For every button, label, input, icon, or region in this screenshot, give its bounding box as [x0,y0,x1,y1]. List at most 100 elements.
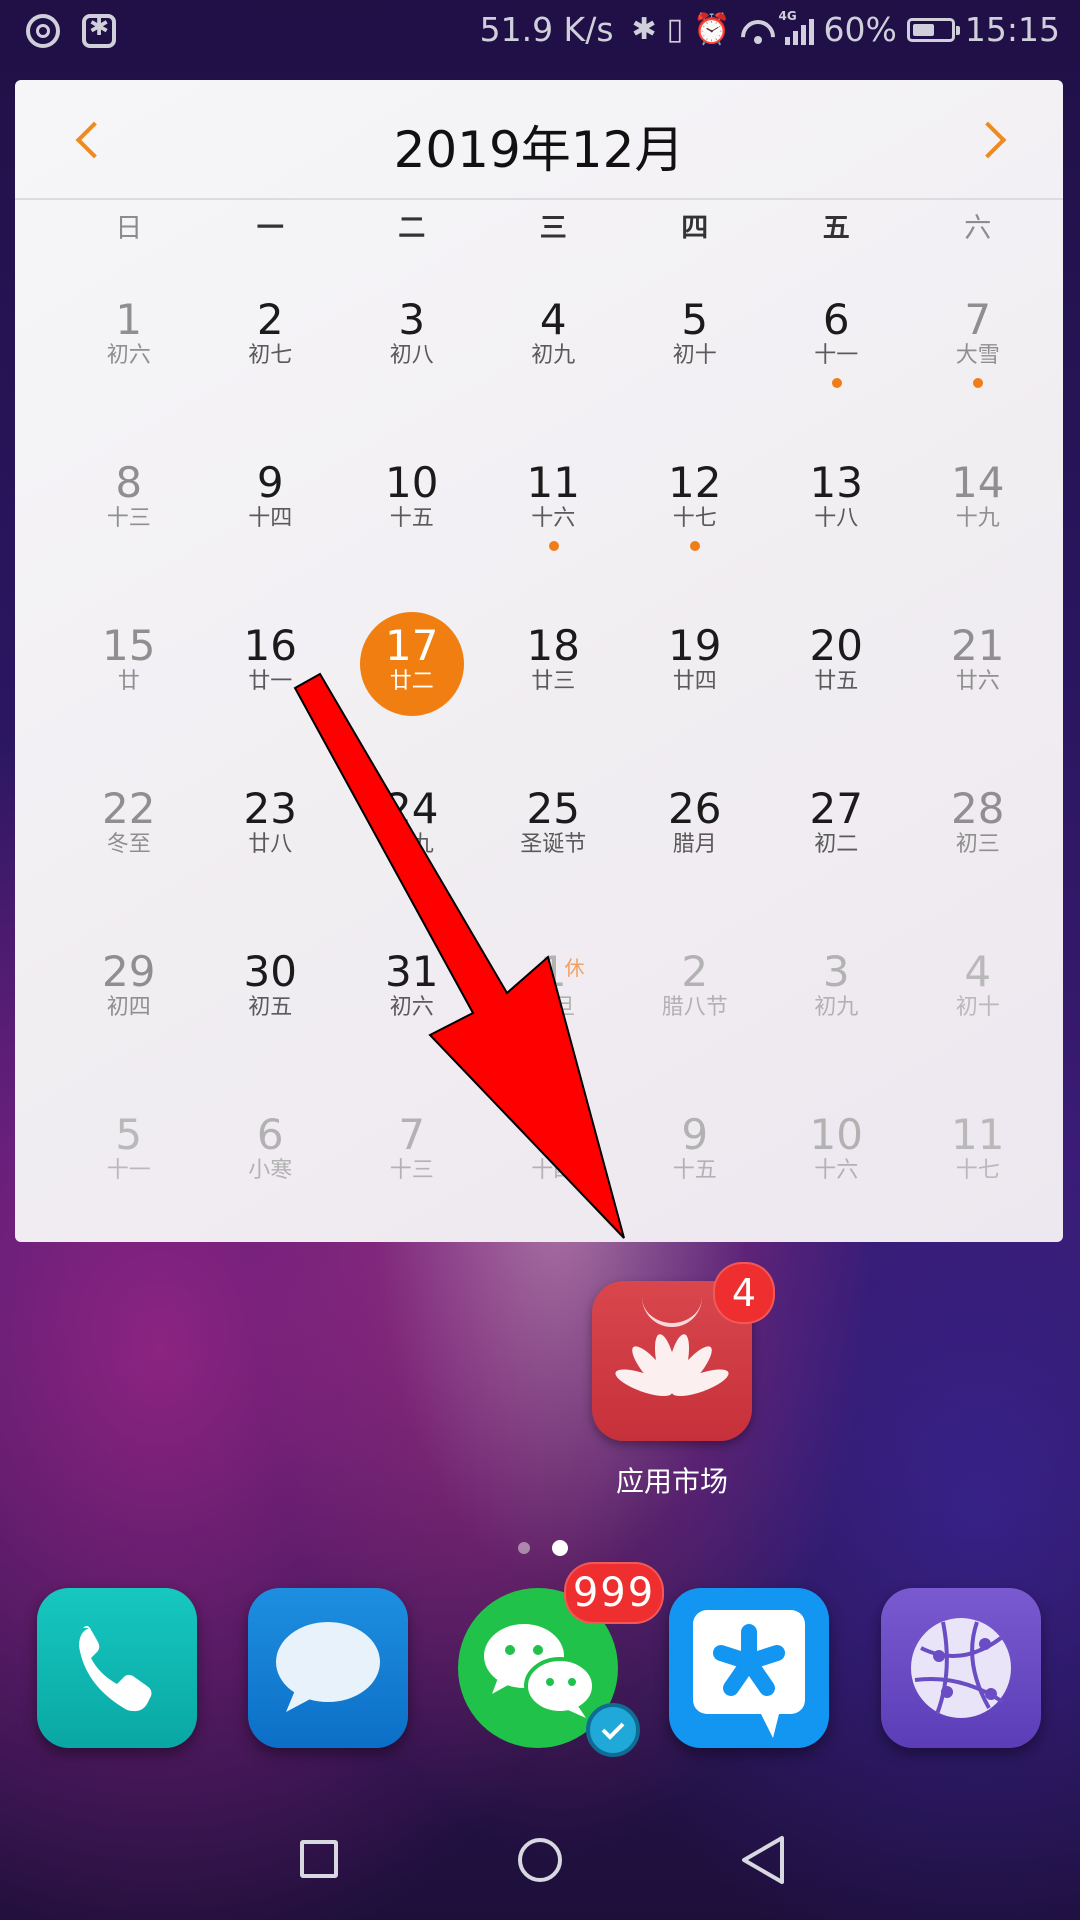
calendar-day[interactable]: 13 十八 [766,421,908,584]
event-dot [831,378,842,388]
day-number: 11 [951,1110,1005,1159]
calendar-day[interactable]: 14 十九 [907,421,1049,584]
calendar-day[interactable]: 29 初四 [58,910,200,1073]
day-number: 19 [668,621,722,670]
lunar-date: 十七 [672,506,717,531]
calendar-day[interactable]: 3 初八 [341,258,483,421]
weekday-row: 日一二三四五六 [15,200,1063,258]
page-indicator[interactable] [518,1540,568,1556]
lunar-date: 十三 [106,506,151,531]
lunar-date: 廿 [117,669,140,694]
dock-browser-app[interactable] [881,1588,1041,1748]
status-left-icons [26,13,116,48]
calendar-day[interactable]: 30 初五 [200,910,342,1073]
calendar-day[interactable]: 27 初二 [766,747,908,910]
calendar-day[interactable]: 11 十七 [907,1073,1049,1236]
day-number: 17 [385,621,439,670]
lunar-date: 小寒 [248,1158,293,1183]
back-button[interactable] [740,1834,788,1886]
page-dot[interactable] [518,1542,530,1554]
calendar-day[interactable]: 3 初九 [766,910,908,1073]
lunar-date: 十七 [955,1158,1000,1183]
calendar-day[interactable]: 1 元旦 休 [483,910,625,1073]
calendar-day[interactable]: 25 圣诞节 [483,747,625,910]
lunar-date: 廿二 [389,669,434,694]
calendar-day[interactable]: 10 十五 [341,421,483,584]
calendar-day[interactable]: 11 十六 [483,421,625,584]
lunar-date: 廿六 [955,669,1000,694]
battery-icon [906,17,960,42]
lunar-date: 廿五 [814,669,859,694]
alarm-icon: ⏰ [693,12,731,47]
day-number: 9 [256,458,284,507]
dock-messages-app[interactable] [248,1588,408,1748]
calendar-day[interactable]: 24 廿九 [341,747,483,910]
weekday-label: 四 [681,213,709,244]
signal-icon: 4G [779,9,814,45]
day-number: 26 [668,784,722,833]
calendar-day[interactable]: 31 初六 [341,910,483,1073]
calendar-day[interactable]: 22 冬至 [58,747,200,910]
day-number: 4 [964,947,992,996]
calendar-day[interactable]: 5 十一 [58,1073,200,1236]
calendar-day[interactable]: 8 十三 [58,421,200,584]
calendar-day[interactable]: 2 腊八节 [624,910,766,1073]
next-month-chevron-icon[interactable] [971,118,1011,162]
phone-icon [79,1626,152,1712]
calendar-day[interactable]: 23 廿八 [200,747,342,910]
calendar-day[interactable]: 7 大雪 [907,258,1049,421]
calendar-widget[interactable]: 2019年12月 日一二三四五六 1 初六 2 初七 3 初八 4 初九 5 初十 6 十一 7 大雪 8 十… [15,80,1063,1242]
calendar-month-title[interactable]: 2019年12月 [15,110,1063,182]
home-button[interactable] [518,1838,562,1882]
page-dot-active[interactable] [552,1540,568,1556]
weekday-label: 五 [822,213,850,244]
netease-music-icon [26,14,60,48]
clock: 15:15 [964,10,1060,49]
dock-tim-app[interactable] [669,1588,829,1748]
lunar-date: 初四 [106,995,151,1020]
calendar-day[interactable]: 20 廿五 [766,584,908,747]
calendar-day[interactable]: 26 腊月 [624,747,766,910]
lunar-date: 初九 [814,995,859,1020]
calendar-day[interactable]: 4 初十 [907,910,1049,1073]
calendar-day[interactable]: 2 初七 [200,258,342,421]
calendar-day[interactable]: 4 初九 [483,258,625,421]
lunar-date: 初十 [672,343,717,368]
calendar-day[interactable]: 6 十一 [766,258,908,421]
dock-phone-app[interactable] [37,1588,197,1748]
lunar-date: 初十 [955,995,1000,1020]
calendar-day-today[interactable]: 17 廿二 [341,584,483,747]
calendar-day[interactable]: 1 初六 [58,258,200,421]
day-number: 6 [256,1110,284,1159]
status-bar: 51.9 K/s ✱ ▯ ⏰ 4G 60% 15:15 [0,0,1080,66]
wifi-icon [741,16,775,44]
calendar-day[interactable]: 10 十六 [766,1073,908,1236]
calendar-day[interactable]: 21 廿六 [907,584,1049,747]
day-number: 8 [115,458,143,507]
calendar-day[interactable]: 18 廿三 [483,584,625,747]
lunar-date: 十五 [389,506,434,531]
calendar-day[interactable]: 5 初十 [624,258,766,421]
calendar-day[interactable]: 19 廿四 [624,584,766,747]
notification-app-icon [82,13,116,48]
lunar-date: 十六 [814,1158,859,1183]
lunar-date: 廿八 [248,832,293,857]
recent-apps-button[interactable] [300,1840,338,1878]
lunar-date: 初八 [389,343,434,368]
calendar-day[interactable]: 15 廿 [58,584,200,747]
lunar-date: 初六 [389,995,434,1020]
network-speed: 51.9 K/s [479,10,614,49]
lunar-date: 十九 [955,506,1000,531]
wechat-badge: 999 [564,1562,664,1624]
calendar-day[interactable]: 9 十四 [200,421,342,584]
calendar-day[interactable]: 28 初三 [907,747,1049,910]
calendar-day[interactable]: 16 廿一 [200,584,342,747]
calendar-day[interactable]: 6 小寒 [200,1073,342,1236]
calendar-day[interactable]: 9 十五 [624,1073,766,1236]
calendar-day[interactable]: 7 十三 [341,1073,483,1236]
check-icon [601,1722,625,1740]
lunar-date: 圣诞节 [520,832,587,857]
calendar-day[interactable]: 12 十七 [624,421,766,584]
calendar-day[interactable]: 8 十四 [483,1073,625,1236]
day-number: 23 [243,784,297,833]
